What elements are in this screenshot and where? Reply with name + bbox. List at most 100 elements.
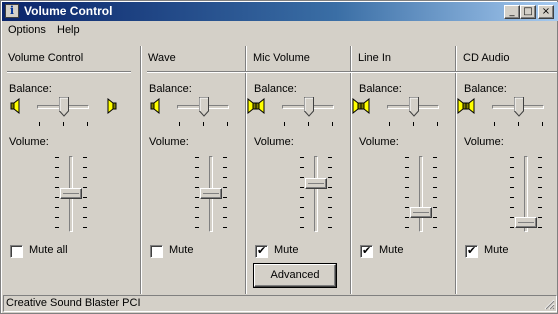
balance-tick xyxy=(494,122,495,126)
volume-label: Volume: xyxy=(9,136,49,148)
volume-tick xyxy=(538,177,542,178)
volume-thumb[interactable] xyxy=(60,188,82,199)
volume-tick xyxy=(300,177,304,178)
channel-separator xyxy=(245,46,247,294)
volume-thumb[interactable] xyxy=(200,188,222,199)
channel-title: Mic Volume xyxy=(253,52,310,64)
balance-label: Balance: xyxy=(359,83,402,95)
volume-slider[interactable] xyxy=(51,154,91,234)
mute-label: Mute xyxy=(274,244,299,256)
volume-tick xyxy=(223,197,227,198)
close-button[interactable]: × xyxy=(538,5,554,19)
balance-slider[interactable] xyxy=(175,97,231,127)
mixer-panel: Volume Control Balance: Volume: Mute all Wav… xyxy=(3,42,557,294)
volume-tick xyxy=(433,217,437,218)
advanced-button[interactable]: Advanced xyxy=(254,264,336,287)
volume-tick xyxy=(510,177,514,178)
volume-control-window: i Volume Control _ □ × Options Help Volu… xyxy=(0,0,558,314)
volume-tick xyxy=(328,207,332,208)
speaker-right-icon xyxy=(103,97,117,115)
volume-label: Volume: xyxy=(254,136,294,148)
channel-title: Line In xyxy=(358,52,392,64)
volume-slider[interactable] xyxy=(296,154,336,234)
volume-tick xyxy=(433,187,437,188)
balance-tick xyxy=(542,122,543,126)
channel-separator xyxy=(140,46,142,294)
volume-slider[interactable] xyxy=(401,154,441,234)
volume-tick xyxy=(83,207,87,208)
minimize-button[interactable]: _ xyxy=(504,5,520,19)
volume-thumb[interactable] xyxy=(305,178,327,189)
volume-tick xyxy=(510,157,514,158)
title-bar[interactable]: i Volume Control _ □ × xyxy=(2,2,558,21)
volume-slider[interactable] xyxy=(191,154,231,234)
balance-tick xyxy=(308,122,309,126)
mute-checkbox[interactable] xyxy=(10,245,23,258)
balance-tick xyxy=(87,122,88,126)
menu-options[interactable]: Options xyxy=(8,24,46,36)
mute-checkbox[interactable]: ✔ xyxy=(465,244,478,258)
balance-tick xyxy=(518,122,519,126)
volume-thumb[interactable] xyxy=(515,217,537,228)
volume-tick xyxy=(510,197,514,198)
volume-tick xyxy=(328,197,332,198)
menu-help[interactable]: Help xyxy=(57,24,80,36)
volume-label: Volume: xyxy=(149,136,189,148)
volume-tick xyxy=(55,187,59,188)
volume-tick xyxy=(538,197,542,198)
resize-grip-icon[interactable] xyxy=(543,298,555,310)
channel-title: CD Audio xyxy=(463,52,510,64)
balance-thumb[interactable] xyxy=(59,97,69,117)
app-icon[interactable]: i xyxy=(5,4,19,18)
balance-thumb[interactable] xyxy=(514,97,524,117)
balance-slider[interactable] xyxy=(280,97,336,127)
volume-tick xyxy=(195,177,199,178)
volume-tick xyxy=(300,187,304,188)
volume-tick xyxy=(55,177,59,178)
channel-title: Wave xyxy=(148,52,176,64)
volume-tick xyxy=(405,177,409,178)
volume-tick xyxy=(55,167,59,168)
volume-label: Volume: xyxy=(359,136,399,148)
status-bar: Creative Sound Blaster PCI xyxy=(3,295,557,312)
balance-thumb[interactable] xyxy=(304,97,314,117)
balance-label: Balance: xyxy=(464,83,507,95)
menu-bar: Options Help xyxy=(2,22,558,40)
volume-tick xyxy=(405,157,409,158)
volume-tick xyxy=(223,227,227,228)
volume-tick xyxy=(55,227,59,228)
volume-thumb[interactable] xyxy=(410,207,432,218)
mute-checkbox[interactable] xyxy=(150,245,163,258)
volume-tick xyxy=(405,167,409,168)
volume-slider[interactable] xyxy=(506,154,546,234)
balance-slider[interactable] xyxy=(490,97,546,127)
maximize-button[interactable]: □ xyxy=(520,5,536,19)
checkmark-icon: ✔ xyxy=(362,244,372,257)
volume-tick xyxy=(405,197,409,198)
mute-checkbox[interactable]: ✔ xyxy=(360,244,373,258)
balance-tick xyxy=(413,122,414,126)
volume-tick xyxy=(510,207,514,208)
balance-tick xyxy=(179,122,180,126)
volume-tick xyxy=(223,207,227,208)
balance-thumb[interactable] xyxy=(199,97,209,117)
volume-tick xyxy=(433,197,437,198)
volume-tick xyxy=(328,177,332,178)
balance-slider[interactable] xyxy=(35,97,91,127)
volume-tick xyxy=(510,217,514,218)
balance-label: Balance: xyxy=(254,83,297,95)
mute-checkbox[interactable]: ✔ xyxy=(255,244,268,258)
volume-tick xyxy=(83,167,87,168)
volume-tick xyxy=(223,157,227,158)
volume-tick xyxy=(300,207,304,208)
volume-tick xyxy=(405,217,409,218)
volume-tick xyxy=(55,217,59,218)
volume-tick xyxy=(405,207,409,208)
volume-tick xyxy=(300,167,304,168)
title-rule xyxy=(147,71,557,73)
balance-label: Balance: xyxy=(149,83,192,95)
balance-thumb[interactable] xyxy=(409,97,419,117)
window-title: Volume Control xyxy=(24,4,113,18)
balance-slider[interactable] xyxy=(385,97,441,127)
volume-tick xyxy=(433,207,437,208)
